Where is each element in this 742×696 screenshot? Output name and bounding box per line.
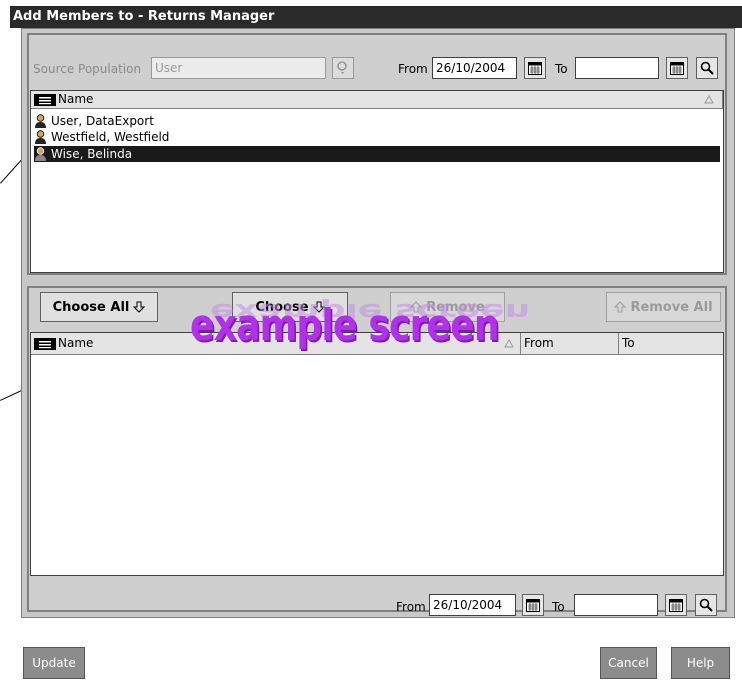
to-calendar-button[interactable] (666, 57, 688, 79)
from-column-header[interactable]: From (521, 333, 619, 354)
help-button[interactable]: Help (671, 647, 730, 679)
source-pane: Source Population User From 26/10/2004 T… (27, 33, 727, 275)
column-list-icon (34, 93, 56, 106)
calendar-icon (528, 61, 542, 75)
calendar-icon (670, 61, 684, 75)
remove-all-button[interactable]: Remove All (606, 292, 721, 322)
from-date-field[interactable]: 26/10/2004 (432, 57, 517, 79)
from-label: From (398, 62, 428, 76)
lookup-icon (337, 61, 347, 74)
watermark-text: example screen (190, 300, 500, 351)
bottom-to-calendar-button[interactable] (665, 594, 687, 616)
remove-all-label: Remove All (630, 299, 713, 315)
user-icon (35, 130, 46, 144)
sort-asc-icon (504, 339, 514, 348)
search-icon (700, 61, 714, 75)
population-list[interactable]: Name User, DataExport Westfield, Westfie… (30, 90, 724, 273)
window-title: Add Members to - Returns Manager (10, 6, 742, 28)
arrow-down-icon (133, 301, 146, 313)
population-list-header[interactable]: Name (31, 91, 723, 109)
column-list-icon (34, 337, 56, 350)
user-icon (35, 147, 46, 161)
to-label: To (555, 62, 568, 76)
cancel-button[interactable]: Cancel (600, 647, 657, 679)
bottom-search-button[interactable] (695, 594, 717, 616)
calendar-icon (526, 598, 540, 612)
list-item[interactable]: User, DataExport (34, 113, 720, 129)
source-population-label: Source Population (33, 62, 142, 76)
arrow-up-icon (614, 301, 627, 313)
list-item-selected[interactable]: Wise, Belinda (34, 146, 720, 162)
name-column-label: Name (58, 92, 94, 106)
from-calendar-button[interactable] (524, 57, 546, 79)
calendar-icon (669, 598, 683, 612)
members-list[interactable]: Name From To (30, 332, 724, 576)
list-item[interactable]: Westfield, Westfield (34, 129, 720, 145)
source-population-field[interactable]: User (151, 57, 326, 79)
bottom-from-calendar-button[interactable] (522, 594, 544, 616)
name-column-label: Name (58, 336, 94, 350)
bottom-to-date-field[interactable] (574, 594, 658, 616)
update-button[interactable]: Update (23, 647, 85, 679)
member-name: User, DataExport (51, 114, 154, 128)
to-column-header[interactable]: To (619, 333, 723, 354)
lookup-button[interactable] (332, 57, 354, 79)
user-icon (35, 114, 46, 128)
search-button[interactable] (696, 57, 718, 79)
to-date-field[interactable] (575, 57, 659, 79)
member-name: Wise, Belinda (51, 147, 133, 161)
bottom-to-label: To (552, 600, 565, 614)
sort-asc-icon (704, 95, 714, 104)
bottom-from-date-field[interactable]: 26/10/2004 (429, 594, 516, 616)
name-column-header[interactable]: Name (31, 91, 723, 108)
member-name: Westfield, Westfield (51, 130, 170, 144)
bottom-from-label: From (396, 600, 426, 614)
choose-all-label: Choose All (52, 299, 130, 315)
choose-all-button[interactable]: Choose All (40, 292, 158, 322)
search-icon (699, 598, 713, 612)
